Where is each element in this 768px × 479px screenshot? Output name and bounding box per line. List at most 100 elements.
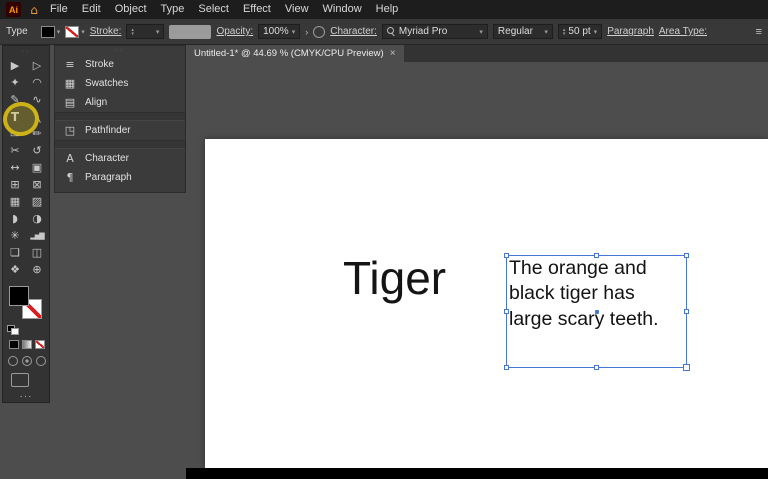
rectangle-tool[interactable]: ▭ — [4, 125, 26, 142]
screen-mode-icon[interactable] — [11, 373, 29, 387]
panel-item-paragraph[interactable]: ¶ Paragraph — [55, 168, 185, 187]
magic-wand-tool-icon: ✦ — [10, 76, 20, 89]
eyedropper-tool[interactable]: ◗ — [4, 210, 26, 227]
home-icon[interactable]: ⌂ — [25, 3, 43, 17]
selected-text-frame[interactable]: The orange and black tiger has large sca… — [504, 253, 690, 371]
menu-object[interactable]: Object — [108, 0, 154, 19]
stroke-panel-link[interactable]: Stroke: — [90, 26, 122, 37]
document-tab[interactable]: Untitled-1* @ 44.69 % (CMYK/CPU Preview)… — [186, 45, 404, 62]
panel-item-align[interactable]: ▤ Align — [55, 93, 185, 112]
menu-view[interactable]: View — [278, 0, 316, 19]
frame-handle-top-right[interactable] — [684, 253, 689, 258]
stroke-weight-stepper[interactable]: ▴ ▾ ▾ — [126, 24, 165, 39]
column-graph-tool[interactable]: ▂▅▇ — [26, 227, 48, 244]
hand-tool-icon: ❖ — [10, 263, 20, 276]
menu-window[interactable]: Window — [316, 0, 369, 19]
lasso-tool[interactable]: ◠ — [26, 74, 48, 91]
artboard-heading-text[interactable]: Tiger — [343, 251, 446, 305]
frame-handle-bottom-left[interactable] — [504, 365, 509, 370]
column-graph-tool-icon: ▂▅▇ — [30, 231, 44, 240]
slice-tool[interactable]: ◫ — [26, 244, 48, 261]
opacity-dropdown[interactable]: 100% ▾ — [258, 24, 301, 39]
font-size-stepper[interactable]: ▴ ▾ 50 pt ▾ — [557, 24, 603, 39]
hand-tool[interactable]: ❖ — [4, 261, 26, 278]
close-tab-icon[interactable]: × — [390, 48, 396, 59]
toolbar-drag-handle[interactable]: ·· — [3, 46, 49, 57]
pen-tool[interactable]: ✎ — [4, 91, 26, 108]
menu-effect[interactable]: Effect — [236, 0, 278, 19]
default-fill-stroke-icon[interactable] — [7, 325, 19, 335]
menu-help[interactable]: Help — [369, 0, 406, 19]
selection-tool[interactable]: ▶ — [4, 57, 26, 74]
draw-inside-icon[interactable] — [36, 356, 46, 366]
gradient-tool[interactable]: ▨ — [26, 193, 48, 210]
stroke-panel-icon: ≡ — [65, 58, 75, 71]
draw-behind-icon[interactable] — [22, 356, 32, 366]
font-family-dropdown[interactable]: Myriad Pro ▾ — [381, 24, 488, 39]
fill-color-well[interactable]: ▾ — [40, 25, 61, 38]
panel-item-stroke[interactable]: ≡ Stroke — [55, 55, 185, 74]
paragraph-align-icon[interactable]: ≡ — [756, 26, 762, 38]
tools-panel: ·· ▶ ▷ ✦ ◠ ✎ ∿ T ╲ ▭ ✏ ✂ ↺ ↔ ▣ ⊞ ⊠ ▦ ▨ ◗… — [0, 45, 50, 403]
width-profile-dropdown[interactable] — [169, 24, 212, 39]
draw-mode-row — [8, 356, 49, 366]
blend-tool[interactable]: ◑ — [26, 210, 48, 227]
frame-handle-middle-right[interactable] — [684, 308, 689, 314]
panel-label: Paragraph — [85, 172, 132, 183]
menu-edit[interactable]: Edit — [75, 0, 108, 19]
frame-handle-bottom-right[interactable] — [683, 364, 690, 371]
mesh-tool[interactable]: ▦ — [4, 193, 26, 210]
color-button[interactable] — [9, 340, 19, 349]
frame-center-point — [594, 309, 599, 314]
gradient-button[interactable] — [22, 340, 32, 349]
zoom-tool-icon: ⊕ — [32, 263, 42, 276]
line-segment-tool-icon: ╲ — [33, 110, 41, 123]
draw-normal-icon[interactable] — [8, 356, 18, 366]
text-line: The orange and — [509, 257, 647, 279]
line-segment-tool[interactable]: ╲ — [26, 108, 48, 125]
artboard[interactable]: Tiger The orange and black tiger has lar… — [205, 139, 768, 468]
frame-handle-top-middle[interactable] — [593, 253, 599, 258]
opacity-flyout-icon[interactable]: › — [305, 27, 308, 37]
scissors-tool[interactable]: ✂ — [4, 142, 26, 159]
panel-item-character[interactable]: A Character — [55, 149, 185, 168]
panel-item-pathfinder[interactable]: ◳ Pathfinder — [55, 121, 185, 140]
blend-tool-icon: ◑ — [32, 212, 42, 225]
illustrator-window: Ai ⌂ File Edit Object Type Select Effect… — [0, 0, 768, 479]
none-button[interactable] — [35, 340, 45, 349]
menu-file[interactable]: File — [43, 0, 75, 19]
rotate-tool[interactable]: ↺ — [26, 142, 48, 159]
width-tool[interactable]: ↔ — [4, 159, 26, 176]
curvature-tool[interactable]: ∿ — [26, 91, 48, 108]
magic-wand-tool[interactable]: ✦ — [4, 74, 26, 91]
recolor-artwork-icon[interactable] — [313, 25, 326, 38]
chevron-down-icon: ▾ — [56, 27, 61, 36]
panel-item-swatches[interactable]: ▦ Swatches — [55, 74, 185, 93]
menu-select[interactable]: Select — [191, 0, 236, 19]
panel-label: Character — [85, 153, 129, 164]
frame-handle-middle-left[interactable] — [504, 308, 509, 314]
paragraph-panel-icon: ¶ — [66, 171, 74, 184]
shape-builder-tool[interactable]: ⊞ — [4, 176, 26, 193]
edit-toolbar-button[interactable]: ··· — [3, 391, 49, 402]
symbol-sprayer-tool[interactable]: ✳ — [4, 227, 26, 244]
stroke-color-well[interactable]: ▾ — [65, 25, 85, 38]
direct-selection-tool[interactable]: ▷ — [26, 57, 48, 74]
free-transform-tool[interactable]: ▣ — [26, 159, 48, 176]
frame-handle-bottom-middle[interactable] — [593, 365, 599, 370]
character-panel-link[interactable]: Character: — [330, 26, 377, 37]
perspective-grid-tool[interactable]: ⊠ — [26, 176, 48, 193]
fill-color-swatch-icon — [40, 25, 55, 38]
fill-color-swatch[interactable] — [9, 286, 29, 306]
paintbrush-tool[interactable]: ✏ — [26, 125, 48, 142]
dock-drag-handle[interactable]: ·· — [55, 46, 185, 55]
frame-handle-top-left[interactable] — [504, 253, 509, 258]
paragraph-panel-link[interactable]: Paragraph — [607, 26, 654, 37]
opacity-panel-link[interactable]: Opacity: — [216, 26, 253, 37]
menu-type[interactable]: Type — [154, 0, 192, 19]
area-type-options-link[interactable]: Area Type: — [659, 26, 707, 37]
font-style-dropdown[interactable]: Regular ▾ — [492, 24, 553, 39]
artboard-tool[interactable]: ❏ — [4, 244, 26, 261]
type-tool[interactable]: T — [4, 108, 26, 125]
zoom-tool[interactable]: ⊕ — [26, 261, 48, 278]
